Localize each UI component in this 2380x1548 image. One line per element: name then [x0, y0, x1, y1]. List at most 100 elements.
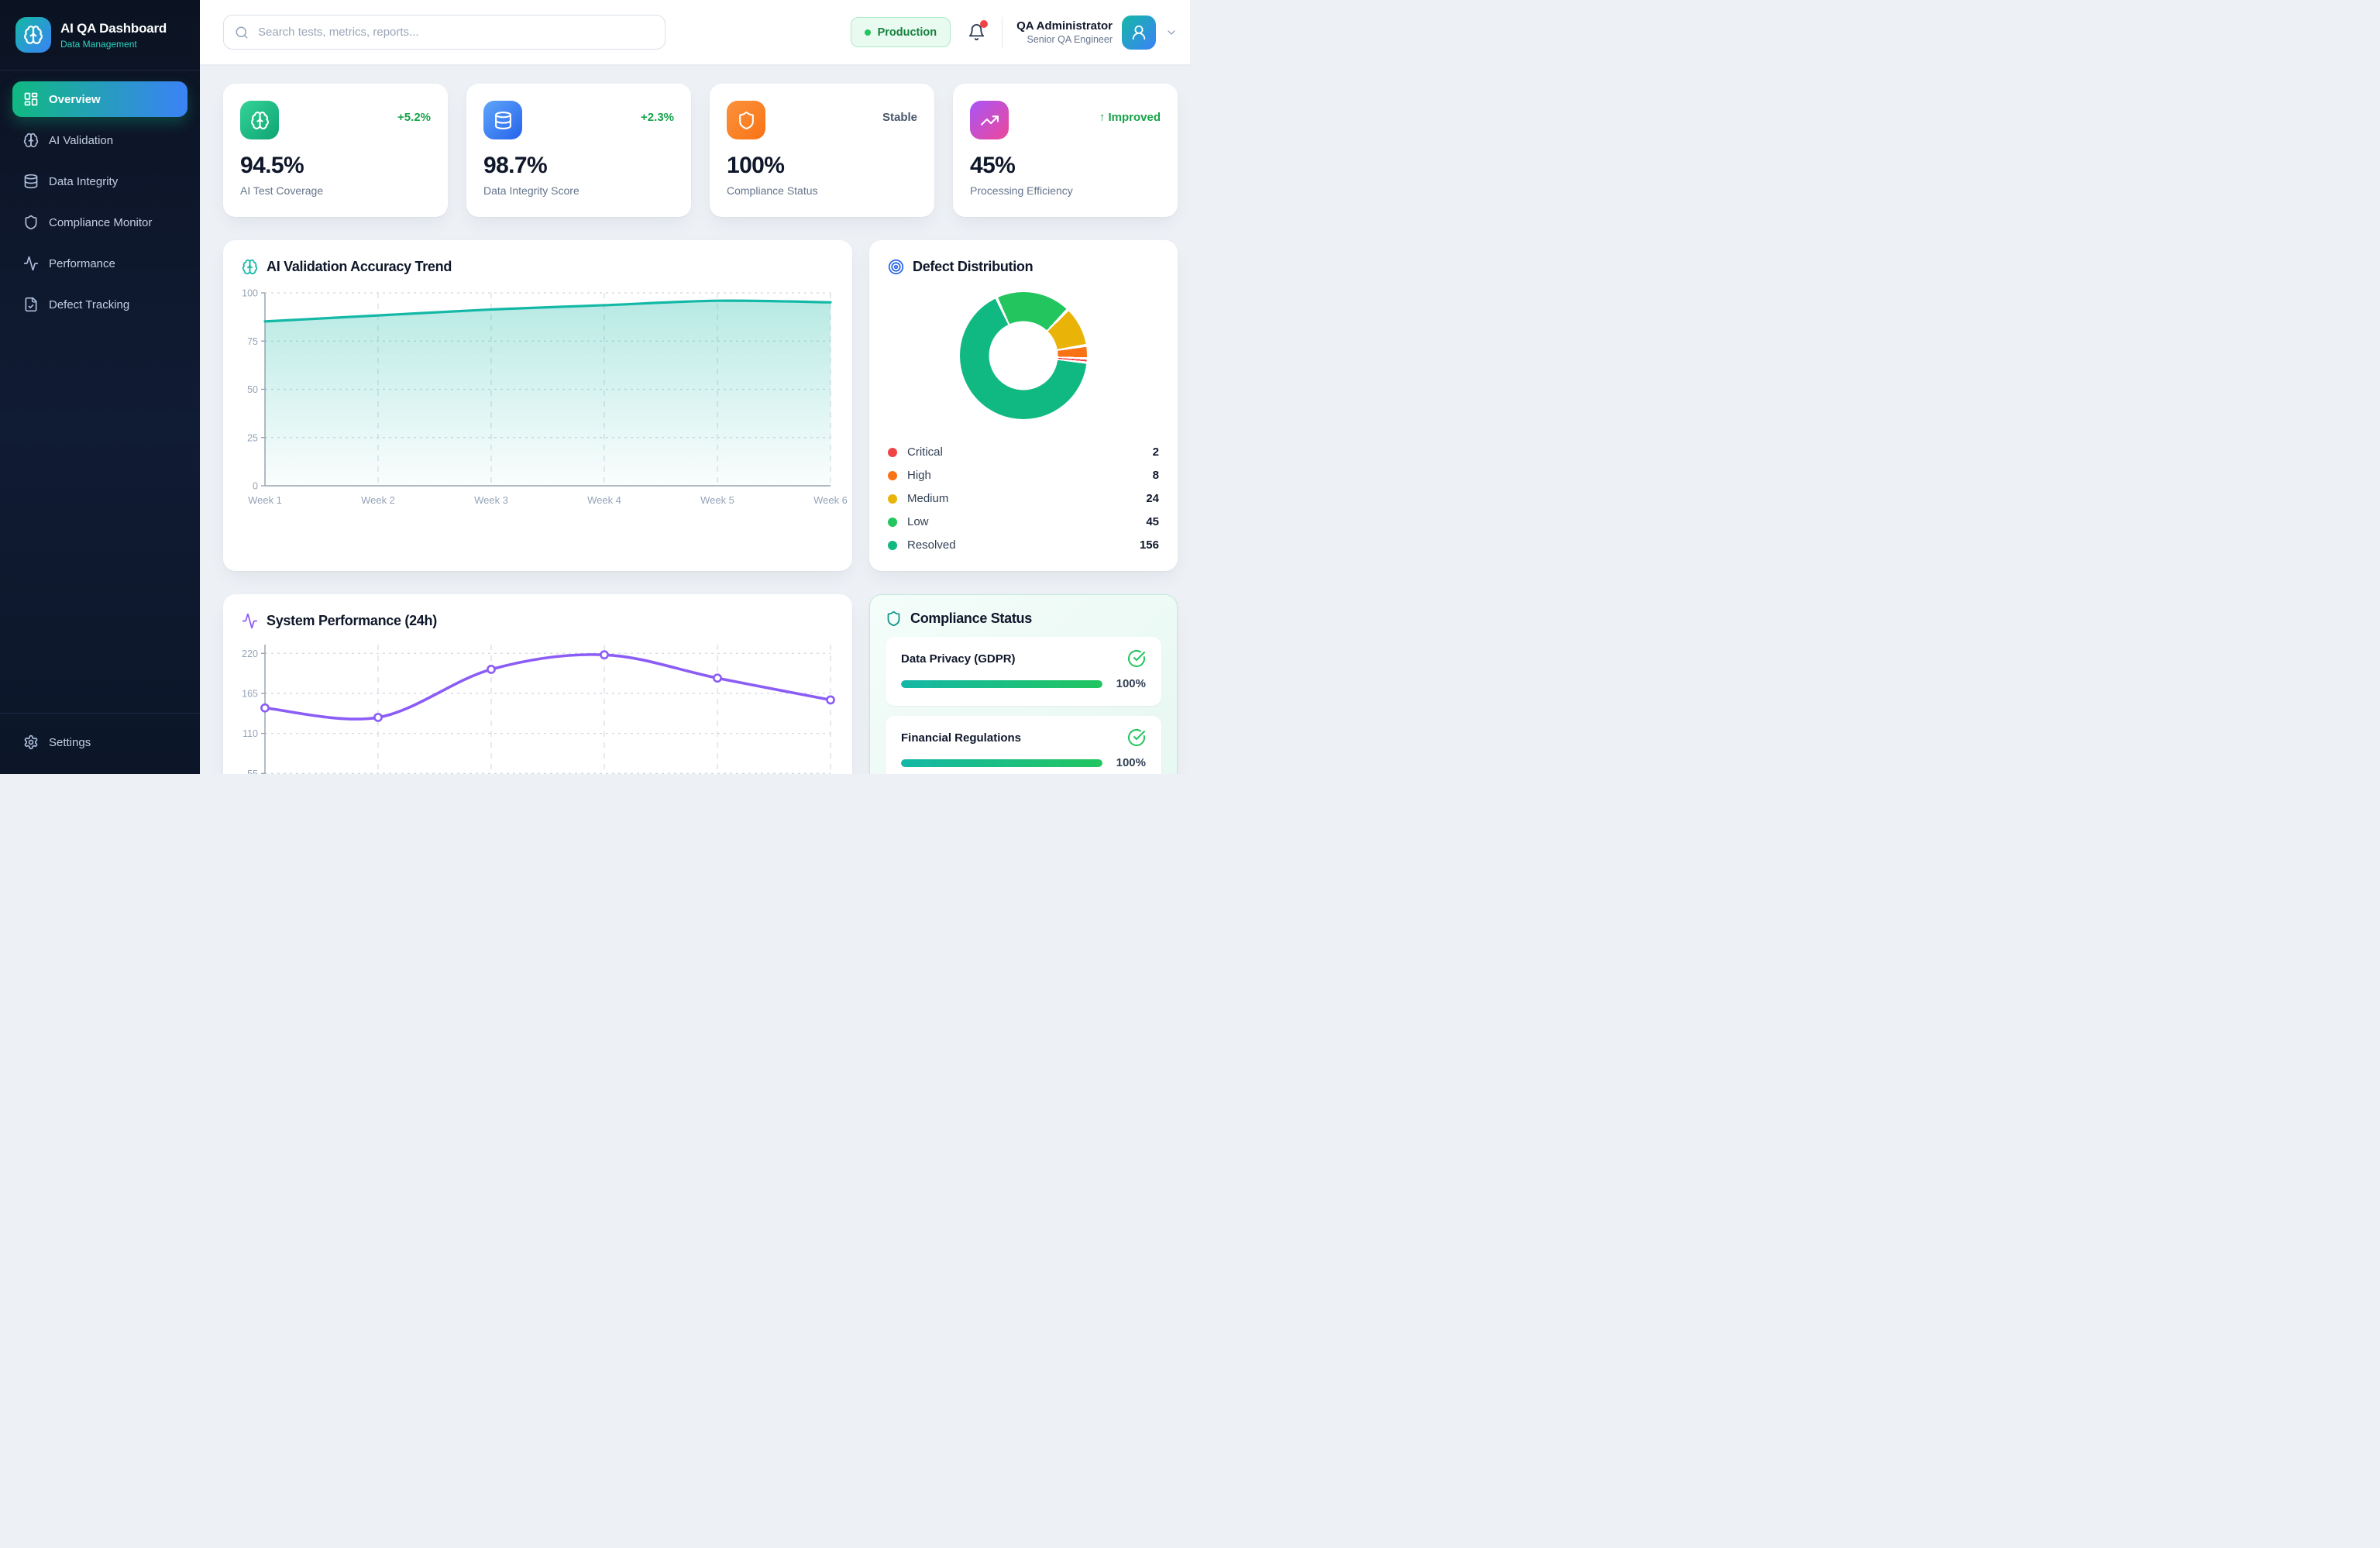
app-logo	[15, 17, 51, 53]
notifications-button[interactable]	[965, 21, 988, 44]
stat-label: AI Test Coverage	[240, 184, 431, 197]
stat-card-compliance-status: Stable 100% Compliance Status	[710, 84, 934, 217]
sidebar-item-label: AI Validation	[49, 134, 113, 147]
defect-distribution-card: Defect Distribution Critical 2 High 8 Me…	[869, 240, 1178, 571]
stat-delta: Stable	[882, 111, 917, 124]
progress-fill	[901, 680, 1102, 688]
gear-icon	[23, 734, 39, 750]
stat-card-processing-efficiency: ↑ Improved 45% Processing Efficiency	[953, 84, 1178, 217]
legend-row: High 8	[888, 469, 1159, 482]
progress-fill	[901, 759, 1102, 767]
brain-icon	[23, 132, 39, 148]
compliance-item-name: Financial Regulations	[901, 731, 1021, 745]
activity-icon	[242, 613, 258, 629]
layout-dashboard-icon	[23, 91, 39, 107]
stat-delta: ↑ Improved	[1099, 111, 1161, 124]
legend-row: Critical 2	[888, 445, 1159, 459]
donut-hole	[989, 322, 1058, 390]
legend-label: High	[907, 469, 931, 482]
svg-text:Week 5: Week 5	[700, 494, 734, 506]
user-icon	[1130, 24, 1147, 41]
app-subtitle: Data Management	[60, 39, 167, 50]
stat-value: 45%	[970, 153, 1161, 179]
stats-row: +5.2% 94.5% AI Test Coverage +2.3% 98.7%…	[223, 84, 1178, 217]
progress-percent: 100%	[1112, 756, 1146, 769]
svg-text:0: 0	[253, 481, 258, 492]
accuracy-trend-card: AI Validation Accuracy Trend 0255075100W…	[223, 240, 852, 571]
main-content: +5.2% 94.5% AI Test Coverage +2.3% 98.7%…	[200, 65, 1190, 774]
legend-row: Medium 24	[888, 492, 1159, 505]
user-name: QA Administrator	[1016, 19, 1113, 33]
stat-value: 94.5%	[240, 153, 431, 179]
legend-value: 8	[1153, 469, 1159, 482]
sidebar-item-label: Performance	[49, 257, 115, 270]
status-dot-icon	[865, 29, 871, 36]
sidebar-item-compliance-monitor[interactable]: Compliance Monitor	[12, 205, 187, 240]
environment-badge[interactable]: Production	[851, 17, 951, 47]
svg-text:75: 75	[247, 336, 258, 347]
search-box	[223, 15, 666, 50]
progress-percent: 100%	[1112, 677, 1146, 690]
svg-text:25: 25	[247, 432, 258, 443]
defect-legend: Critical 2 High 8 Medium 24 Low 45 Resol…	[888, 445, 1159, 552]
stat-value: 100%	[727, 153, 917, 179]
svg-text:110: 110	[242, 728, 258, 739]
sidebar-item-ai-validation[interactable]: AI Validation	[12, 122, 187, 158]
bottom-row: System Performance (24h) 55110165220 Com…	[223, 594, 1178, 774]
stat-label: Data Integrity Score	[483, 184, 674, 197]
stat-delta: +2.3%	[641, 111, 674, 124]
topbar-divider	[1002, 17, 1003, 48]
shield-icon	[886, 611, 902, 627]
svg-text:50: 50	[247, 384, 258, 395]
compliance-item: Financial Regulations 100%	[886, 716, 1161, 774]
shield-icon	[727, 101, 765, 139]
search-icon	[235, 26, 249, 40]
legend-dot-icon	[888, 541, 897, 550]
panel-title: Compliance Status	[910, 611, 1032, 627]
sidebar-item-label: Overview	[49, 93, 101, 106]
system-performance-card: System Performance (24h) 55110165220	[223, 594, 852, 774]
database-icon	[483, 101, 522, 139]
stat-value: 98.7%	[483, 153, 674, 179]
brain-icon	[240, 101, 279, 139]
check-circle-icon	[1127, 728, 1146, 747]
legend-dot-icon	[888, 518, 897, 527]
trending-up-icon	[970, 101, 1009, 139]
sidebar-item-performance[interactable]: Performance	[12, 246, 187, 281]
svg-text:Week 6: Week 6	[813, 494, 848, 506]
sidebar: AI QA Dashboard Data Management Overview…	[0, 0, 200, 774]
legend-value: 45	[1146, 515, 1159, 528]
file-check-icon	[23, 297, 39, 312]
defect-donut-chart	[960, 292, 1087, 419]
legend-value: 2	[1153, 445, 1159, 459]
sidebar-item-label: Defect Tracking	[49, 298, 129, 311]
app-title: AI QA Dashboard	[60, 21, 167, 36]
compliance-list: Data Privacy (GDPR) 100% Financial Regul…	[886, 637, 1161, 774]
svg-text:55: 55	[247, 769, 258, 774]
sidebar-item-data-integrity[interactable]: Data Integrity	[12, 163, 187, 199]
legend-label: Resolved	[907, 538, 956, 552]
check-circle-icon	[1127, 649, 1146, 668]
progress-track	[901, 759, 1102, 767]
accuracy-area-chart: 0255075100Week 1Week 2Week 3Week 4Week 5…	[228, 283, 848, 519]
compliance-status-panel: Compliance Status Data Privacy (GDPR) 10…	[869, 594, 1178, 774]
svg-text:165: 165	[242, 688, 258, 699]
svg-text:100: 100	[242, 288, 258, 299]
brain-icon	[23, 25, 43, 45]
user-menu[interactable]: QA Administrator Senior QA Engineer	[1016, 15, 1178, 50]
sidebar-item-label: Data Integrity	[49, 175, 118, 188]
search-input[interactable]	[223, 15, 666, 50]
stat-delta: +5.2%	[397, 111, 431, 124]
sidebar-item-defect-tracking[interactable]: Defect Tracking	[12, 287, 187, 322]
database-icon	[23, 174, 39, 189]
svg-text:Week 3: Week 3	[474, 494, 508, 506]
sidebar-item-overview[interactable]: Overview	[12, 81, 187, 117]
compliance-item-name: Data Privacy (GDPR)	[901, 652, 1016, 666]
sidebar-nav: Overview AI Validation Data Integrity Co…	[0, 71, 200, 333]
stat-label: Compliance Status	[727, 184, 917, 197]
environment-label: Production	[878, 26, 937, 39]
sidebar-item-settings[interactable]: Settings	[12, 724, 187, 760]
svg-text:Week 4: Week 4	[587, 494, 621, 506]
topbar: Production QA Administrator Senior QA En…	[200, 0, 1190, 65]
charts-row: AI Validation Accuracy Trend 0255075100W…	[223, 240, 1178, 571]
